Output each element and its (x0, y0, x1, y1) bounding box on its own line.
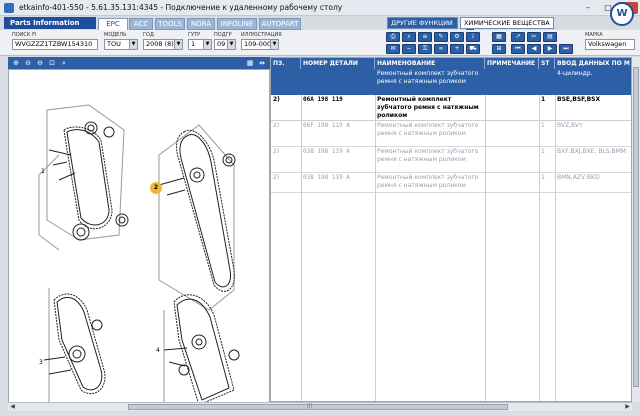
model-field[interactable]: МОДЕЛЬ TOU ▼ (104, 32, 138, 50)
vertical-scroll-thumb[interactable] (633, 67, 639, 387)
group-select[interactable]: 1 ▼ (188, 39, 212, 50)
subgroup-select[interactable]: 09 ▼ (214, 39, 236, 50)
parts-table: ПЗ. НОМЕР ДЕТАЛИ НАИМЕНОВАНИЕ ПРИМЕЧАНИЕ… (270, 57, 632, 402)
other-functions-button[interactable]: ДРУГИЕ ФУНКЦИИ ▶ (387, 17, 458, 37)
image-toolbar: ⊕ ⊖ ⊖ ⊡ ⌕ ▦ ⇹ (8, 57, 270, 69)
brand-field[interactable]: МАРКА Volkswagen (585, 32, 635, 50)
vertical-scrollbar[interactable] (632, 57, 640, 402)
illustration-select[interactable]: 109-000 ▼ (241, 39, 279, 50)
zoom-reset-icon[interactable]: ⊖ (35, 58, 45, 68)
callout-1[interactable]: 1 (41, 168, 45, 175)
vin-field[interactable]: ПОИСК FI WVGZZZ1TZBW154310 (12, 32, 98, 50)
model-select[interactable]: TOU ▼ (104, 39, 138, 50)
other-functions-label: ДРУГИЕ ФУНКЦИИ (391, 19, 453, 27)
tab-acc[interactable]: ACC (129, 18, 153, 30)
grid-view-icon[interactable]: ▦ (245, 58, 255, 68)
search-icon[interactable]: ⌕ (402, 32, 416, 42)
highlighted-callout-2[interactable]: 2 (150, 182, 162, 194)
tab-infoline[interactable]: INFOLINE (217, 18, 257, 30)
chevron-down-icon: ▼ (227, 40, 235, 49)
year-value: 2008 (8) (146, 40, 174, 48)
cart-icon[interactable]: ⊞ (492, 44, 506, 54)
illustration-value: 109-000 (244, 40, 272, 48)
minus-icon[interactable]: − (402, 44, 416, 54)
split-view-icon[interactable]: ⇹ (257, 58, 267, 68)
first-page-icon[interactable]: ⏮ (511, 44, 525, 54)
note-icon[interactable]: ✎ (434, 32, 448, 42)
scroll-left-icon[interactable]: ◀ (8, 403, 17, 411)
horizontal-scroll-thumb[interactable]: ||| (128, 403, 508, 410)
subgroup-field[interactable]: ПОДГР 09 ▼ (214, 32, 236, 50)
brand-input[interactable]: Volkswagen (585, 39, 635, 50)
subgroup-value: 09 (217, 40, 226, 48)
print-icon[interactable]: ⎙ (386, 32, 400, 42)
table-gridlines (301, 95, 556, 401)
zoom-in-icon[interactable]: ⊕ (11, 58, 21, 68)
remote-desktop-icon (4, 2, 14, 13)
window-titlebar: etkainfo-401-550 - 5.61.35.131:4345 - По… (0, 0, 640, 16)
car-icon[interactable]: ⛟ (466, 44, 480, 54)
last-page-icon[interactable]: ⏭ (559, 44, 573, 54)
chevron-down-icon: ▼ (203, 40, 211, 49)
subgroup-label: ПОДГР (214, 32, 232, 38)
illustration-field[interactable]: ИЛЛЮСТРАЦИЯ 109-000 ▼ (241, 32, 282, 50)
chevron-down-icon: ▼ (174, 40, 182, 49)
illustration-label: ИЛЛЮСТРАЦИЯ (241, 32, 282, 38)
group-value: 1 (191, 40, 196, 48)
timing-belt-diagram: 1 3 4 (38, 104, 240, 403)
fit-icon[interactable]: ⊡ (47, 58, 57, 68)
year-field[interactable]: ГОД 2008 (8) ▼ (143, 32, 183, 50)
key-icon[interactable]: ⚿ (418, 44, 432, 54)
illustration-pane[interactable]: 1 3 4 2 (8, 69, 270, 404)
link-icon[interactable]: ∞ (434, 44, 448, 54)
minimize-button[interactable]: – (578, 2, 598, 14)
horizontal-scrollbar[interactable]: ◀ ||| ▶ (8, 402, 632, 411)
calendar-icon[interactable]: ▦ (492, 32, 506, 42)
chevron-down-icon: ▼ (270, 40, 278, 49)
info-icon[interactable]: i (466, 32, 480, 42)
volkswagen-logo: W (610, 2, 634, 26)
zoom-out-icon[interactable]: ⊖ (23, 58, 33, 68)
tab-nora[interactable]: NORA (187, 18, 215, 30)
book-icon[interactable]: ▤ (543, 32, 557, 42)
section-title: Parts Information (4, 17, 96, 29)
group-field[interactable]: ГУТР 1 ▼ (188, 32, 212, 50)
tab-epc[interactable]: EPC (98, 18, 128, 30)
pin-icon[interactable]: ↗ (511, 32, 525, 42)
callout-3[interactable]: 3 (39, 359, 43, 366)
plus-icon[interactable]: + (450, 44, 464, 54)
tools-icon[interactable]: ✂ (527, 32, 541, 42)
model-value: TOU (107, 40, 121, 48)
chemicals-label: ХИМИЧЕСКИЕ ВЕЩЕСТВА (464, 19, 550, 27)
vin-label: ПОИСК FI (12, 32, 37, 38)
callout-4[interactable]: 4 (156, 347, 160, 354)
vin-input[interactable]: WVGZZZ1TZBW154310 (12, 39, 98, 50)
scroll-grip: ||| (307, 403, 313, 409)
year-label: ГОД (143, 32, 154, 38)
filter-icon[interactable]: ⚙ (450, 32, 464, 42)
chevron-down-icon: ▼ (129, 40, 137, 49)
next-page-icon[interactable]: ▶ (543, 44, 557, 54)
mail-icon[interactable]: ✉ (386, 44, 400, 54)
window-title: etkainfo-401-550 - 5.61.35.131:4345 - По… (19, 3, 343, 12)
chemicals-select[interactable]: ХИМИЧЕСКИЕ ВЕЩЕСТВА▼ (460, 17, 554, 37)
year-select[interactable]: 2008 (8) ▼ (143, 39, 183, 50)
tab-tools[interactable]: TOOLS (155, 18, 185, 30)
list-icon[interactable]: ≡ (418, 32, 432, 42)
scroll-right-icon[interactable]: ▶ (623, 403, 632, 411)
magnifier-icon[interactable]: ⌕ (59, 58, 69, 68)
group-label: ГУТР (188, 32, 201, 38)
model-label: МОДЕЛЬ (104, 32, 127, 38)
tab-autopart[interactable]: AUTOPART (259, 18, 301, 30)
brand-label: МАРКА (585, 32, 603, 38)
prev-page-icon[interactable]: ◀ (527, 44, 541, 54)
